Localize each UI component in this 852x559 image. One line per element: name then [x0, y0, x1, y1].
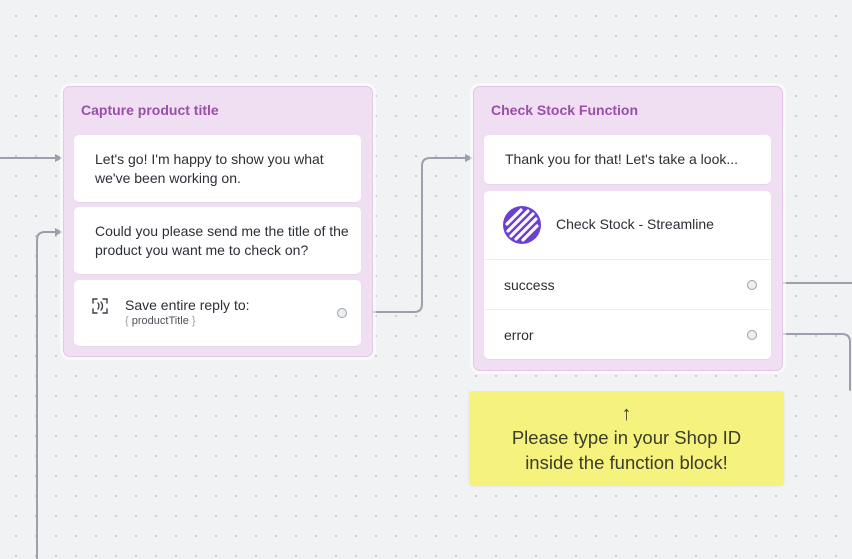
capture-reply-icon	[92, 298, 108, 314]
message-step[interactable]: Thank you for that! Let's take a look...	[484, 135, 771, 184]
message-text: Let's go! I'm happy to show you what we'…	[95, 151, 324, 186]
path-divider	[484, 259, 771, 260]
function-name: Check Stock - Streamline	[556, 216, 714, 232]
note-text-line: inside the function block!	[525, 452, 728, 473]
check-stock-arrowhead	[465, 154, 473, 162]
up-arrow-icon: ↑	[621, 403, 632, 425]
next-step-port[interactable]	[337, 308, 347, 318]
message-text: Could you please send me the title of th…	[95, 223, 349, 258]
function-step[interactable]: Check Stock - Streamline success error	[484, 191, 771, 359]
sticky-note[interactable]: ↑ Please type in your Shop ID inside the…	[469, 391, 784, 485]
incoming-arrowhead	[55, 154, 63, 162]
variable-name: productTitle	[131, 315, 189, 327]
loop-arrowhead	[55, 228, 63, 236]
capture-to-check-stock-line	[361, 157, 467, 313]
message-text: Thank you for that! Let's take a look...	[505, 151, 739, 167]
block-title[interactable]: Check Stock Function	[491, 102, 638, 118]
block-title[interactable]: Capture product title	[81, 102, 219, 118]
variable-pill[interactable]: { productTitle }	[125, 315, 196, 328]
error-path-port[interactable]	[747, 330, 757, 340]
success-path-port[interactable]	[747, 280, 757, 290]
check-stock-function-block[interactable]: Check Stock Function Thank you for that!…	[473, 86, 783, 371]
note-text-line: Please type in your Shop ID	[511, 427, 742, 448]
path-divider	[484, 309, 771, 310]
message-step[interactable]: Could you please send me the title of th…	[74, 207, 361, 274]
capture-reply-step[interactable]: Save entire reply to: { productTitle }	[74, 280, 361, 346]
error-path-line	[771, 333, 851, 391]
capture-product-title-block[interactable]: Capture product title Let's go! I'm happ…	[63, 86, 373, 357]
path-success-label: success	[504, 277, 555, 293]
capture-label: Save entire reply to:	[125, 297, 250, 313]
streamline-logo-icon	[503, 206, 541, 244]
loop-connection-line	[36, 231, 57, 559]
message-step[interactable]: Let's go! I'm happy to show you what we'…	[74, 135, 361, 202]
path-error-label: error	[504, 327, 534, 343]
